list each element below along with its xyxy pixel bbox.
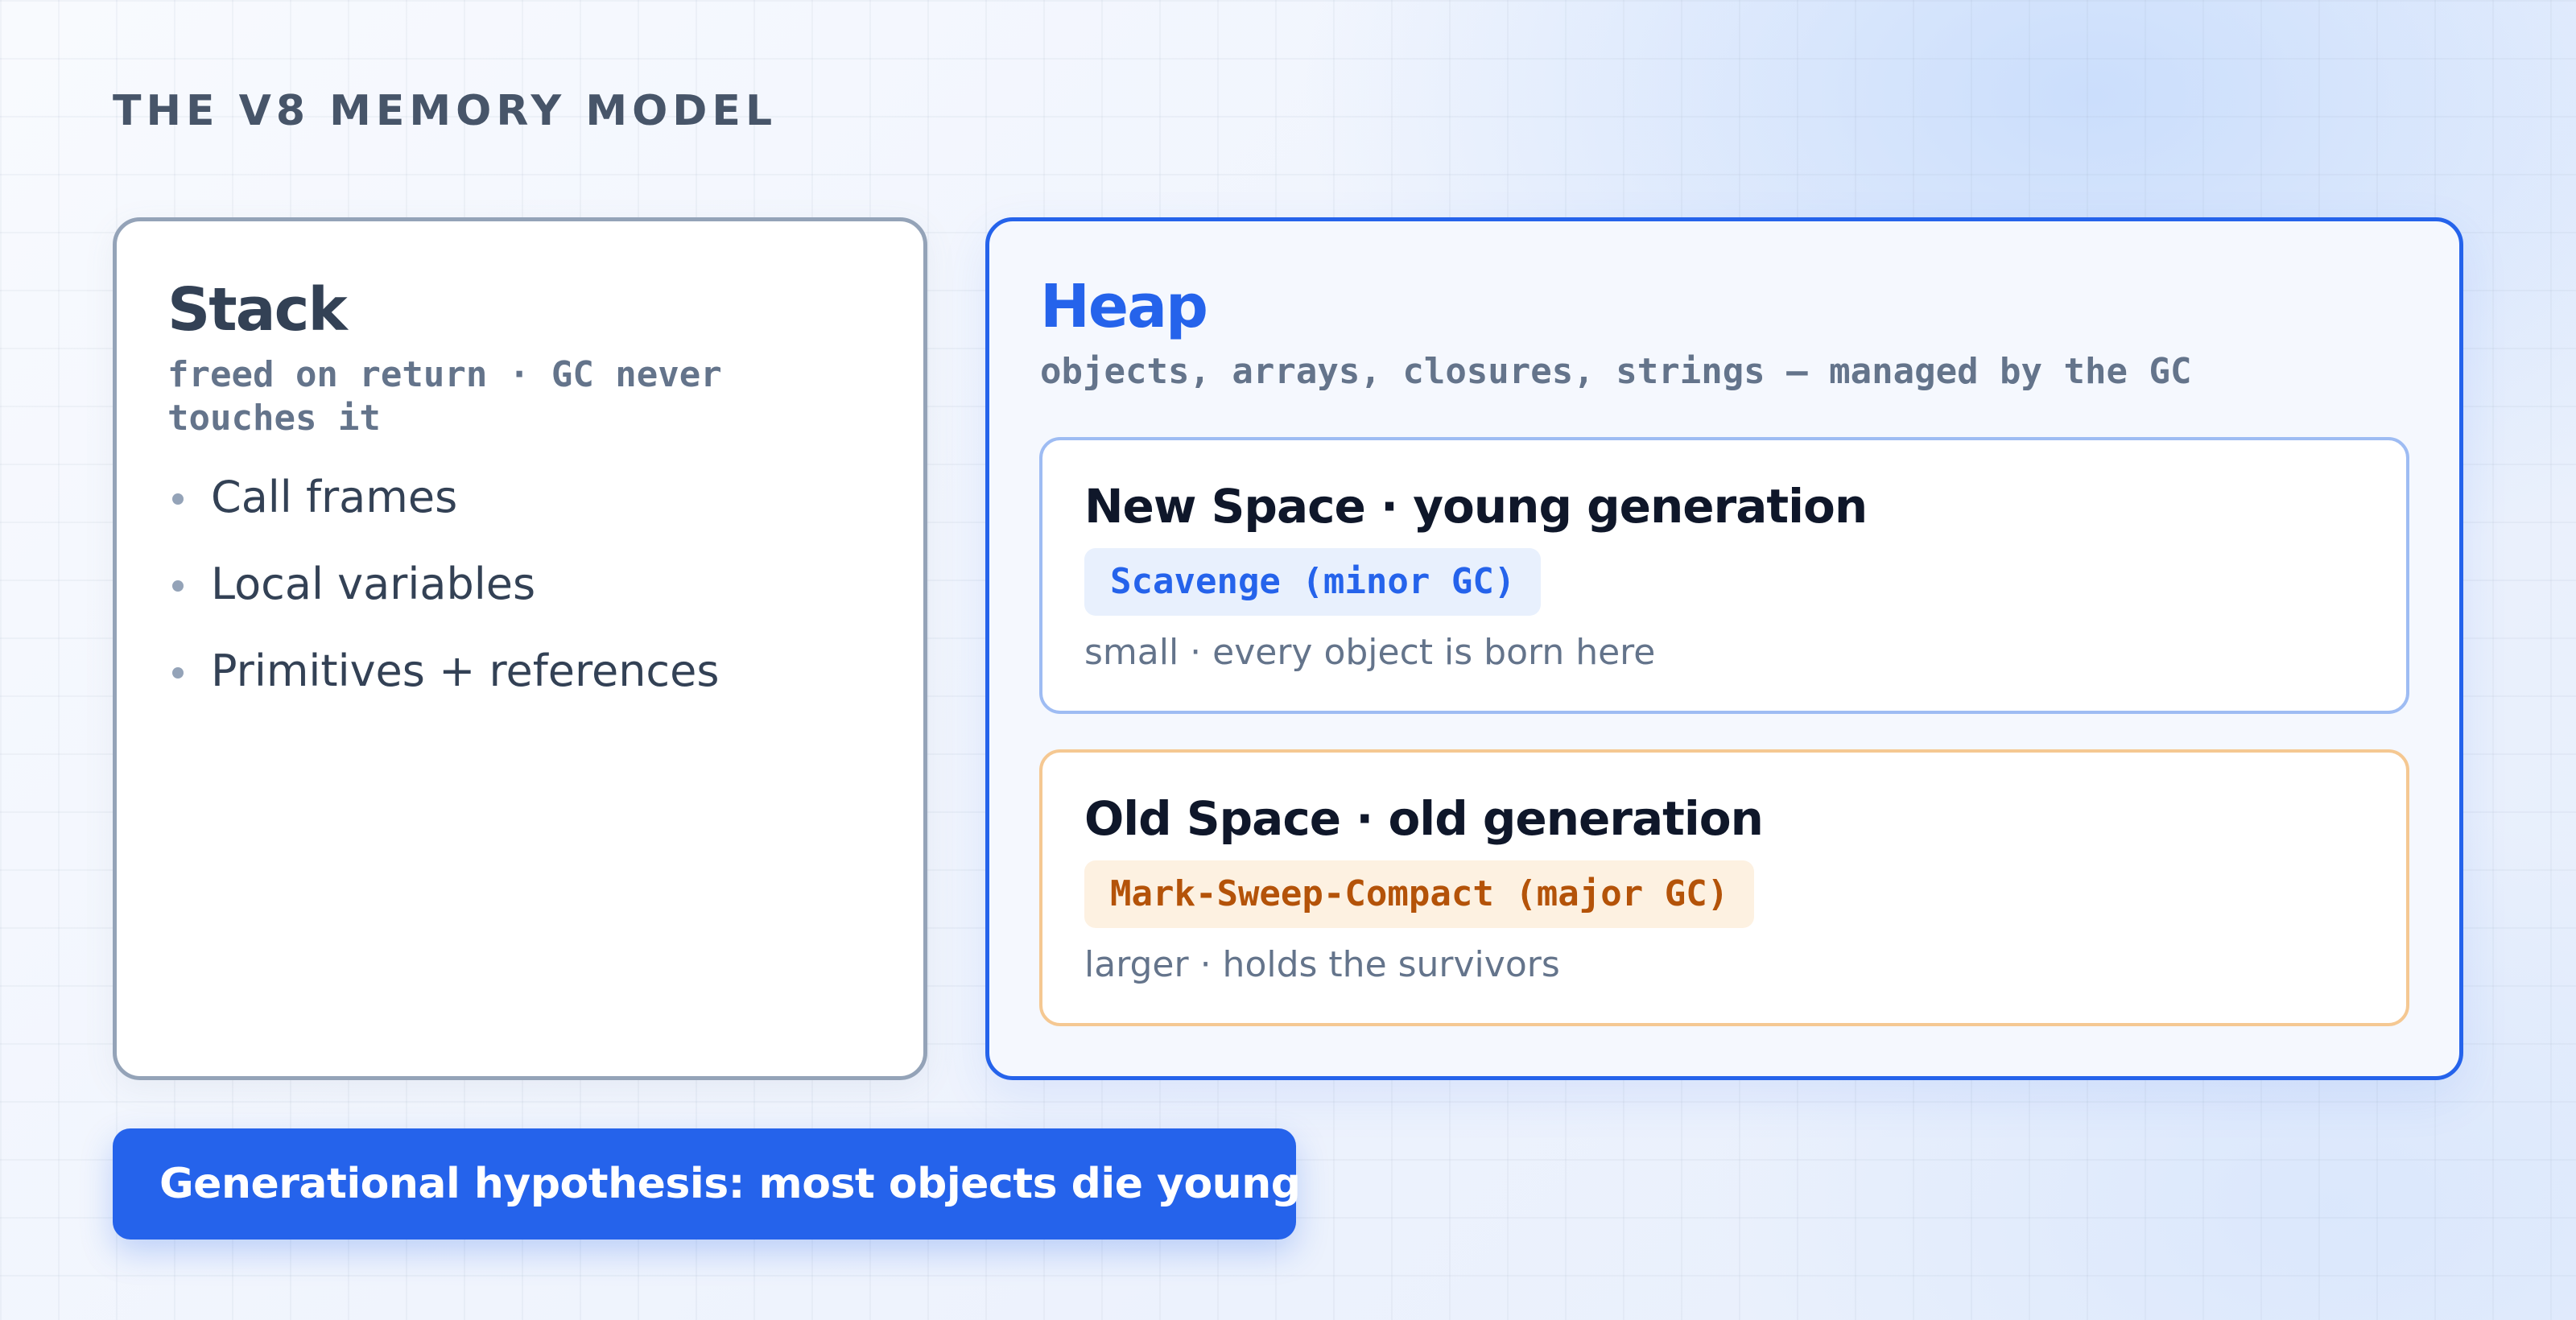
stack-item-label: Primitives + references (211, 645, 720, 696)
stack-item-label: Local variables (211, 558, 536, 609)
bullet-icon (172, 580, 184, 592)
new-space-note: small · every object is born here (1084, 632, 1656, 673)
new-space-card: New Space · young generation Scavenge (m… (1039, 437, 2409, 714)
generational-hypothesis-callout: Generational hypothesis: most objects di… (113, 1128, 1301, 1240)
stack-item-primitives: Primitives + references (167, 646, 875, 696)
stack-subtitle: freed on return · GC never touches it (167, 353, 875, 440)
old-space-card: Old Space · old generation Mark-Sweep-Co… (1039, 749, 2409, 1026)
stack-item-label: Call frames (211, 471, 458, 522)
stack-item-local-variables: Local variables (167, 559, 875, 609)
page-title: THE V8 MEMORY MODEL (113, 87, 778, 135)
new-space-title: New Space · young generation (1084, 479, 1868, 534)
heap-subtitle: objects, arrays, closures, strings — man… (1040, 350, 2192, 392)
heap-panel: Heap objects, arrays, closures, strings … (985, 217, 2463, 1080)
stack-list: Call frames Local variables Primitives +… (167, 472, 875, 696)
stack-panel: Stack freed on return · GC never touches… (113, 217, 927, 1080)
stack-item-call-frames: Call frames (167, 472, 875, 522)
stack-subtitle-line-2: touches it (167, 397, 381, 439)
stack-title: Stack (167, 275, 348, 344)
heap-title: Heap (1040, 272, 1208, 341)
bullet-icon (172, 493, 184, 505)
bullet-icon (172, 666, 184, 679)
old-space-title: Old Space · old generation (1084, 791, 1764, 846)
major-gc-badge: Mark-Sweep-Compact (major GC) (1084, 860, 1755, 928)
minor-gc-badge: Scavenge (minor GC) (1084, 548, 1542, 616)
stack-subtitle-line-1: freed on return · GC never (167, 353, 722, 395)
old-space-note: larger · holds the survivors (1084, 944, 1560, 985)
